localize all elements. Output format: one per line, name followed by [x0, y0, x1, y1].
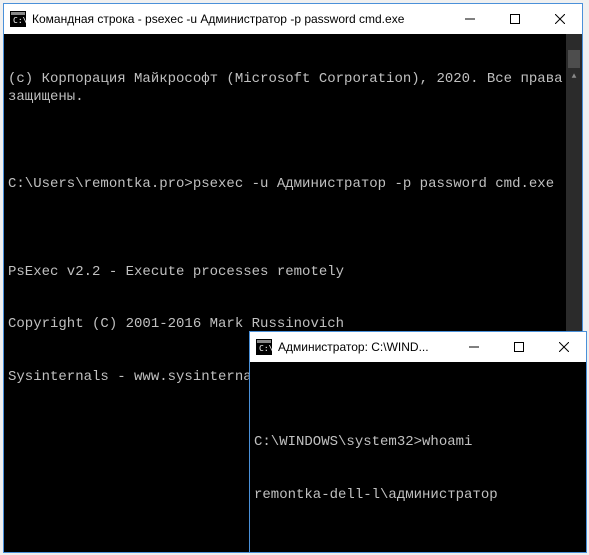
window-title: Командная строка - psexec -u Администрат… — [32, 12, 447, 26]
terminal-line: PsExec v2.2 - Execute processes remotely — [8, 264, 578, 282]
terminal-line: remontka-dell-l\администратор — [254, 487, 582, 505]
close-button[interactable] — [537, 4, 582, 34]
scroll-thumb[interactable] — [568, 50, 580, 68]
cmd-icon: C:\ — [10, 11, 26, 27]
terminal-line: C:\Users\remontka.pro>psexec -u Админист… — [8, 176, 578, 194]
window-controls — [447, 4, 582, 34]
terminal-line: (c) Корпорация Майкрософт (Microsoft Cor… — [8, 71, 578, 106]
scroll-up-arrow[interactable]: ▲ — [566, 69, 582, 85]
minimize-button[interactable] — [447, 4, 492, 34]
svg-text:C:\: C:\ — [13, 16, 26, 25]
titlebar[interactable]: C:\ Командная строка - psexec -u Админис… — [4, 4, 582, 34]
titlebar[interactable]: C:\ Администратор: C:\WIND... — [250, 332, 586, 362]
close-button[interactable] — [541, 332, 586, 362]
window-title: Администратор: C:\WIND... — [278, 340, 451, 354]
terminal-line: C:\WINDOWS\system32>whoami — [254, 434, 582, 452]
minimize-button[interactable] — [451, 332, 496, 362]
svg-text:C:\: C:\ — [259, 344, 272, 353]
maximize-button[interactable] — [496, 332, 541, 362]
cmd-window-admin: C:\ Администратор: C:\WIND... C:\WINDOWS… — [249, 331, 587, 553]
cmd-icon: C:\ — [256, 339, 272, 355]
terminal-output[interactable]: C:\WINDOWS\system32>whoami remontka-dell… — [250, 362, 586, 552]
maximize-button[interactable] — [492, 4, 537, 34]
window-controls — [451, 332, 586, 362]
